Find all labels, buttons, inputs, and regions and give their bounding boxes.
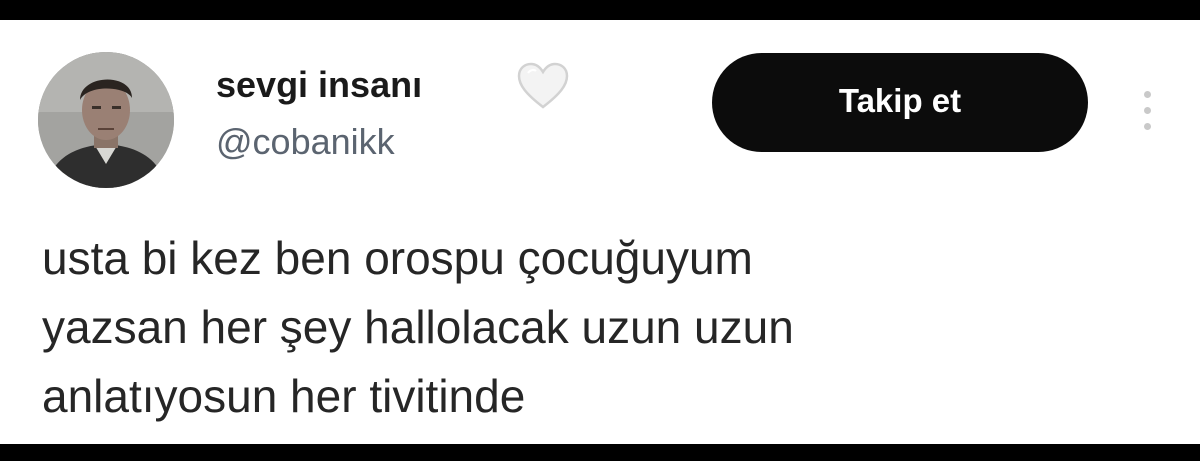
more-dot (1143, 106, 1151, 114)
user-handle[interactable]: @cobanikk (216, 121, 395, 163)
display-name[interactable]: sevgi insanı (216, 64, 422, 106)
avatar[interactable] (38, 52, 174, 188)
tweet-text: usta bi kez ben orospu çocuğuyum yazsan … (42, 224, 1162, 431)
more-dot (1143, 122, 1151, 130)
white-heart-icon (517, 62, 569, 109)
tweet-line: yazsan her şey hallolacak uzun uzun (42, 301, 794, 353)
follow-button[interactable]: Takip et (712, 53, 1088, 152)
tweet-line: anlatıyosun her tivitinde (42, 370, 526, 422)
tweet-line: usta bi kez ben orospu çocuğuyum (42, 232, 753, 284)
more-vertical-icon[interactable] (1132, 70, 1162, 150)
avatar-image (38, 52, 174, 188)
tweet-card: sevgi insanı @cobanikk Takip et usta bi … (0, 20, 1200, 444)
more-dot (1143, 90, 1151, 98)
